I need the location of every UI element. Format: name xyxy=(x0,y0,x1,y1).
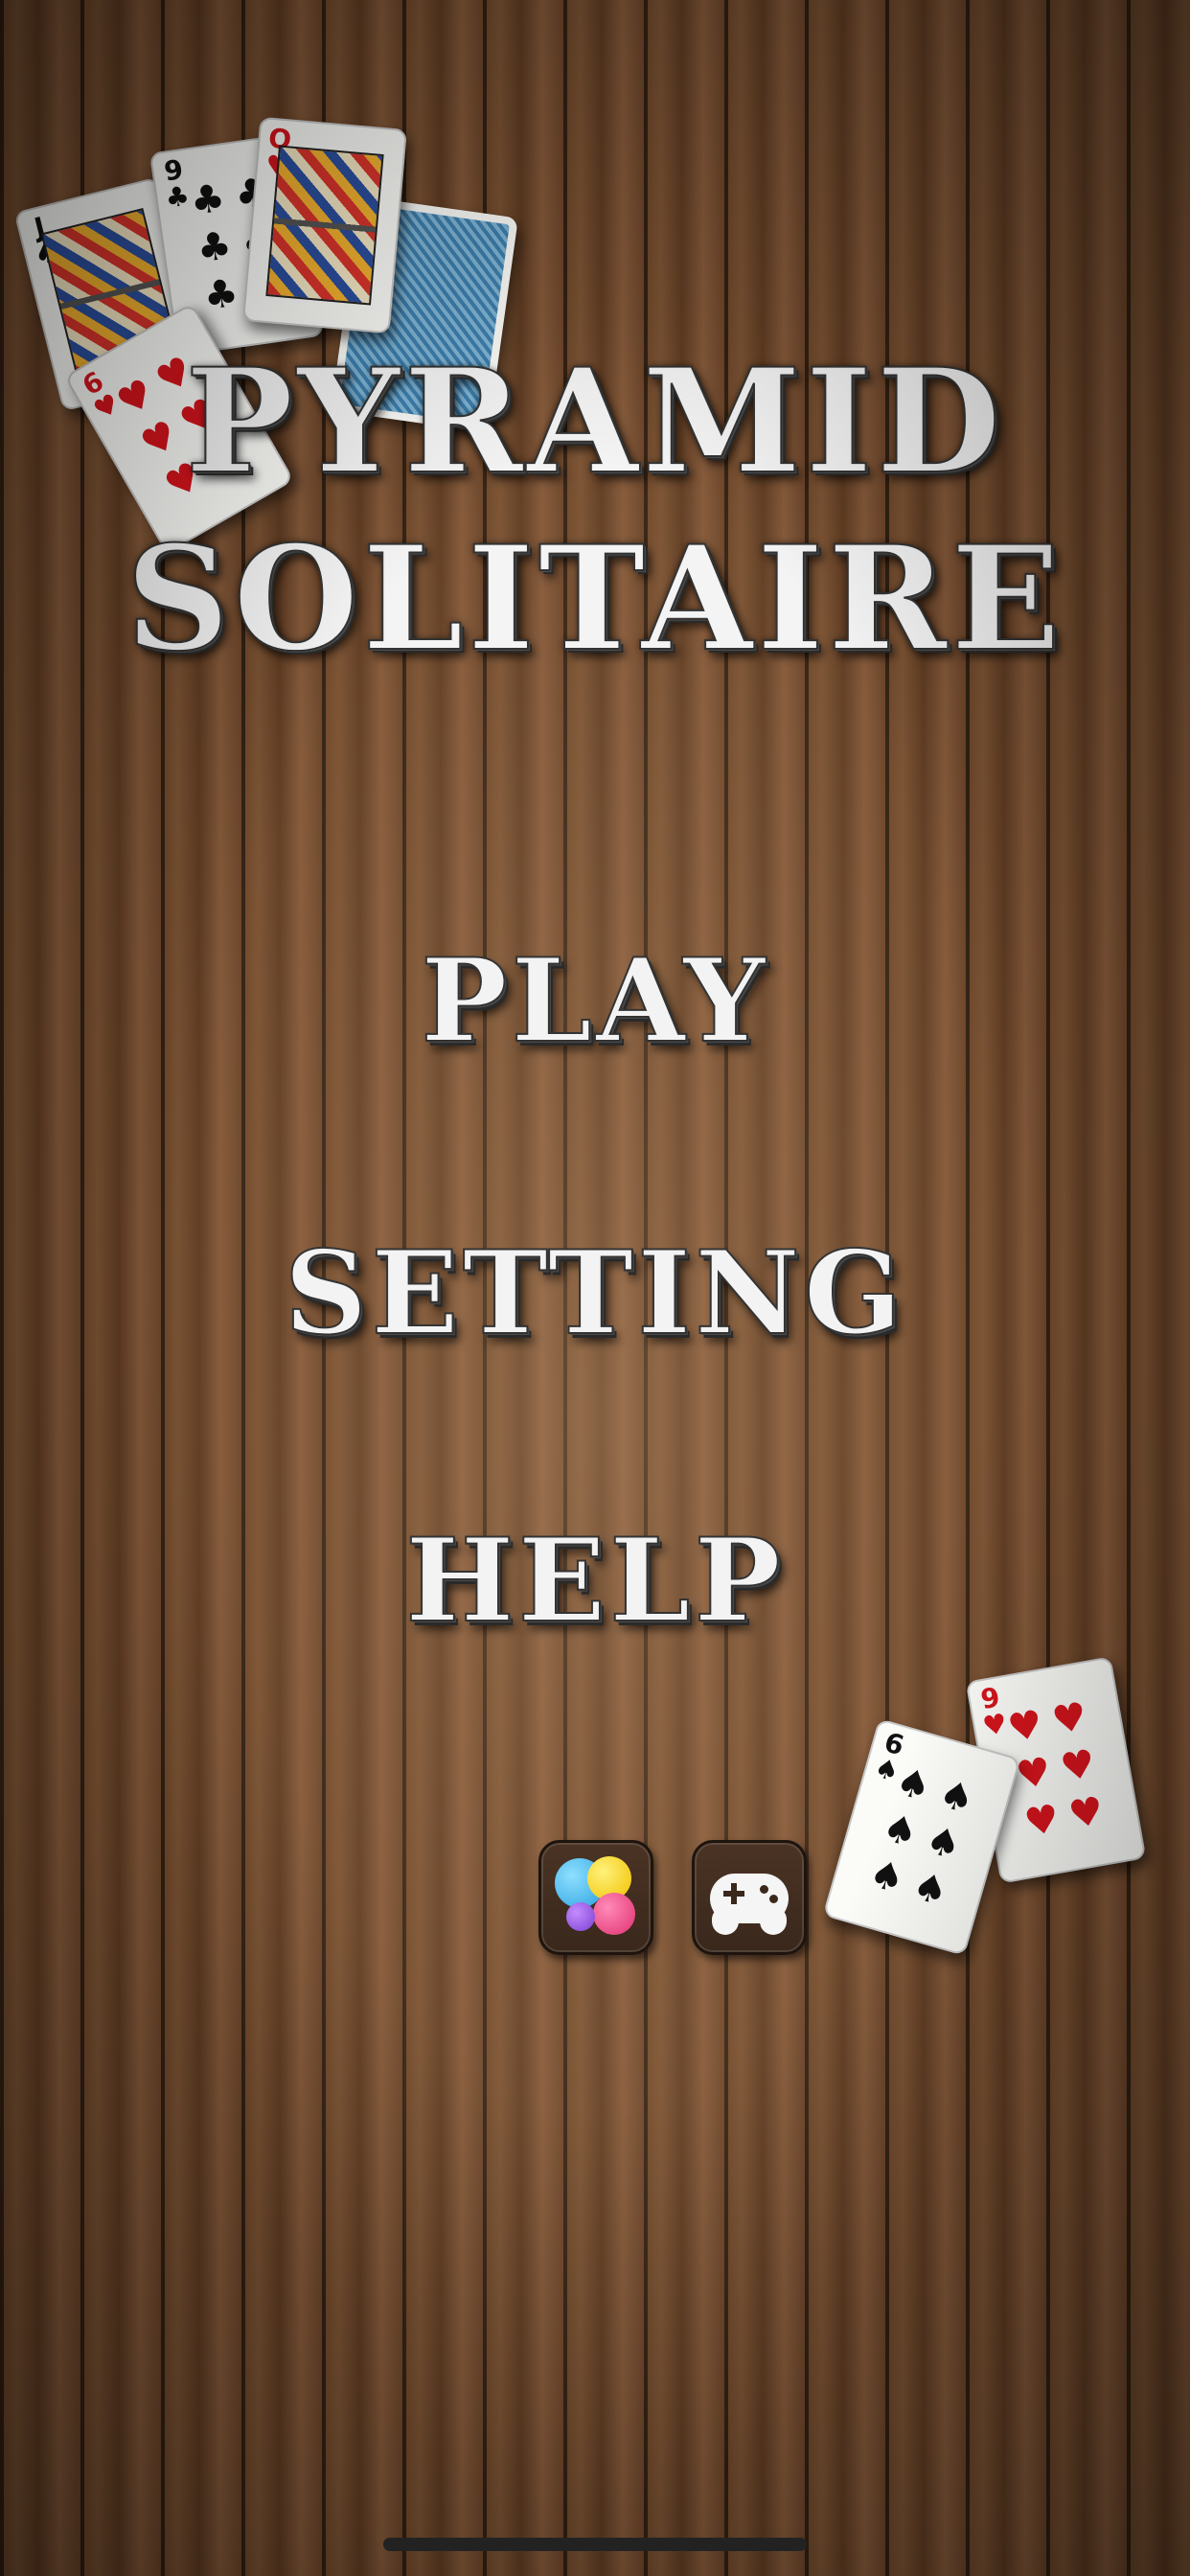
game-center-icon xyxy=(541,1843,651,1952)
queen-face-art xyxy=(265,145,384,306)
help-button[interactable]: HELP xyxy=(0,1513,1190,1649)
play-button[interactable]: PLAY xyxy=(0,933,1190,1070)
gamepad-icon xyxy=(695,1843,804,1952)
six-of-spades-card: 6 ♠ ♠ ♠ ♠ ♠ ♠ ♠ xyxy=(822,1717,1021,1957)
queen-of-hearts-card: Q ♥ xyxy=(241,116,408,334)
game-center-button[interactable] xyxy=(538,1840,653,1955)
gamepad-button[interactable] xyxy=(692,1840,807,1955)
setting-button[interactable]: SETTING xyxy=(0,1226,1190,1362)
home-indicator[interactable] xyxy=(383,2538,807,2551)
game-title-line-1: PYRAMID xyxy=(184,337,1005,506)
game-title-line-2: SOLITAIRE xyxy=(125,515,1064,683)
